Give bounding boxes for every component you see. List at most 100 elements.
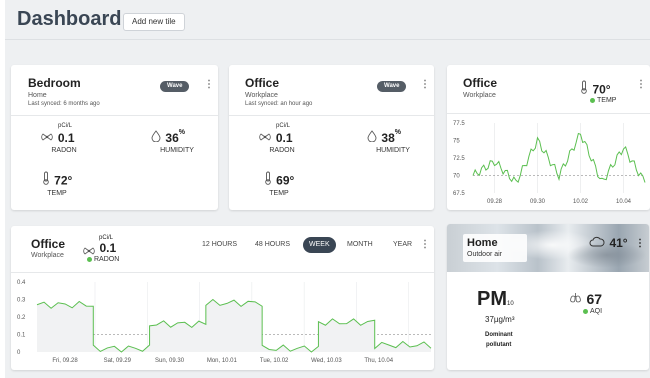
radon-value: 0.1 (57, 131, 75, 146)
tile-location: Workplace (463, 92, 496, 99)
temperature-chart: 67.5 70 72.5 75 77.5 09.28 09.30 10.02 10.04 (453, 121, 646, 205)
aqi-readout: 67 (569, 290, 602, 308)
radon-unit: pCi/L (99, 235, 114, 241)
radon-unit: pCi/L (57, 123, 72, 129)
device-badge: Wave (160, 81, 190, 92)
divider (447, 113, 650, 114)
tile-location: Workplace (31, 252, 64, 259)
y-tick-label: 77.5 (453, 121, 465, 127)
y-tick-label: 0.4 (17, 280, 26, 286)
temp-series-line (472, 132, 646, 183)
divider (229, 115, 434, 116)
y-tick-label: 67.5 (453, 191, 465, 197)
pm-label: PM (477, 288, 507, 310)
x-tick-label: Sun, 09.30 (155, 358, 185, 364)
aqi-value: 67 (586, 291, 603, 307)
weather-background: Home Outdoor air 41° ⋮ (447, 224, 649, 272)
radon-label: RADON (269, 147, 295, 155)
humidity-value: 36 (165, 131, 179, 146)
x-tick-label: Sat, 09.29 (104, 358, 132, 364)
dashboard-header: Dashboard Add new tile (5, 0, 650, 40)
radon-unit: pCi/L (275, 123, 290, 129)
y-tick-label: 0.3 (17, 298, 26, 304)
range-48-hours[interactable]: 48 HOURS (255, 241, 290, 248)
bedroom-tile[interactable]: Bedroom Home Last synced: 6 months ago W… (11, 65, 218, 210)
home-label-box: Home Outdoor air (463, 234, 527, 262)
divider (11, 115, 218, 116)
x-tick-label: Wed, 10.03 (311, 358, 342, 364)
y-tick-label: 0 (17, 350, 21, 356)
status-dot (87, 256, 92, 262)
range-month[interactable]: MONTH (347, 241, 373, 248)
radon-metric: pCi/L 0.1 RADON (33, 123, 83, 154)
pollutant-label: pollutant (486, 342, 512, 348)
y-tick-label: 70 (453, 174, 460, 180)
home-outdoor-tile[interactable]: Home Outdoor air 41° ⋮ PM10 37µg/m³ Domi… (447, 224, 649, 370)
more-menu-icon[interactable]: ⋮ (636, 80, 646, 90)
x-tick-label: Thu, 10.04 (364, 358, 393, 364)
more-menu-icon[interactable]: ⋮ (635, 239, 645, 249)
radon-label: RADON (51, 147, 77, 155)
radon-metric: pCi/L 0.1 RADON (251, 123, 301, 154)
temp-value: 70° (592, 82, 611, 97)
pm-value: 37µg/m³ (485, 315, 515, 324)
more-menu-icon[interactable]: ⋮ (204, 80, 214, 90)
range-12-hours[interactable]: 12 HOURS (202, 241, 237, 248)
temp-metric: 69° TEMP (251, 171, 307, 197)
radon-area (37, 299, 431, 352)
pm-subscript: 10 (507, 301, 514, 307)
thermometer-icon (42, 171, 50, 190)
last-synced: Last synced: 6 months ago (28, 101, 100, 107)
radon-status: RADON (87, 256, 119, 263)
lungs-icon (569, 290, 582, 308)
cloud-icon (589, 234, 605, 252)
app-window: Dashboard Add new tile Bedroom Home Last… (5, 0, 650, 378)
dominant-label: Dominant (485, 332, 513, 338)
pm-readout: PM10 (477, 288, 514, 311)
add-new-tile-button[interactable]: Add new tile (123, 13, 185, 31)
x-tick-label: 09.30 (530, 199, 546, 205)
radon-value: 0.1 (275, 131, 293, 146)
office-radon-chart-tile[interactable]: Office Workplace pCi/L 0.1 RADON 12 HOUR… (11, 226, 434, 370)
humidity-value: 38 (381, 131, 395, 146)
office-temp-chart-tile[interactable]: Office Workplace 70° TEMP ⋮ 67.5 70 72.5 75… (447, 65, 650, 210)
temp-status: TEMP (590, 97, 616, 104)
tile-title: Bedroom (28, 76, 81, 90)
y-tick-label: 0.1 (17, 333, 26, 339)
x-tick-label: Mon, 10.01 (207, 358, 238, 364)
tile-location: Home (28, 92, 47, 99)
weather-readout: 41° (589, 234, 628, 252)
x-tick-label: Tue, 10.02 (260, 358, 289, 364)
more-menu-icon[interactable]: ⋮ (420, 80, 430, 90)
droplet-icon (367, 129, 377, 147)
radon-icon (259, 129, 272, 147)
x-tick-label: Fri, 09.28 (52, 358, 78, 364)
x-tick-label: 09.28 (487, 199, 503, 205)
range-week[interactable]: WEEK (303, 237, 336, 253)
more-menu-icon[interactable]: ⋮ (420, 240, 430, 250)
divider (11, 272, 434, 273)
humidity-metric: 36% HUMIDITY (133, 129, 203, 154)
y-tick-label: 0.2 (17, 315, 26, 321)
y-tick-label: 75 (453, 139, 460, 145)
tile-subtitle: Outdoor air (467, 251, 503, 258)
humidity-metric: 38% HUMIDITY (349, 129, 419, 154)
tile-location: Workplace (245, 92, 278, 99)
radon-icon (41, 129, 54, 147)
temp-label: TEMP (47, 190, 67, 197)
radon-chart: 0 0.1 0.2 0.3 0.4 Fri, 09.28 Sat, 09.29 Sun, 09… (17, 280, 432, 364)
humidity-unit: % (178, 129, 186, 136)
device-badge: Wave (377, 81, 407, 92)
x-tick-label: 10.04 (616, 199, 632, 205)
thermometer-icon (580, 80, 588, 99)
last-synced: Last synced: an hour ago (245, 101, 313, 107)
temp-value: 69° (276, 173, 295, 188)
aqi-status: AQI (583, 308, 602, 315)
radon-label: RADON (94, 256, 120, 263)
droplet-icon (151, 129, 161, 147)
temp-label: TEMP (269, 190, 289, 197)
office-tile[interactable]: Office Workplace Last synced: an hour ag… (229, 65, 434, 210)
humidity-label: HUMIDITY (376, 147, 410, 155)
tile-title: Office (463, 76, 498, 90)
range-year[interactable]: YEAR (393, 241, 412, 248)
